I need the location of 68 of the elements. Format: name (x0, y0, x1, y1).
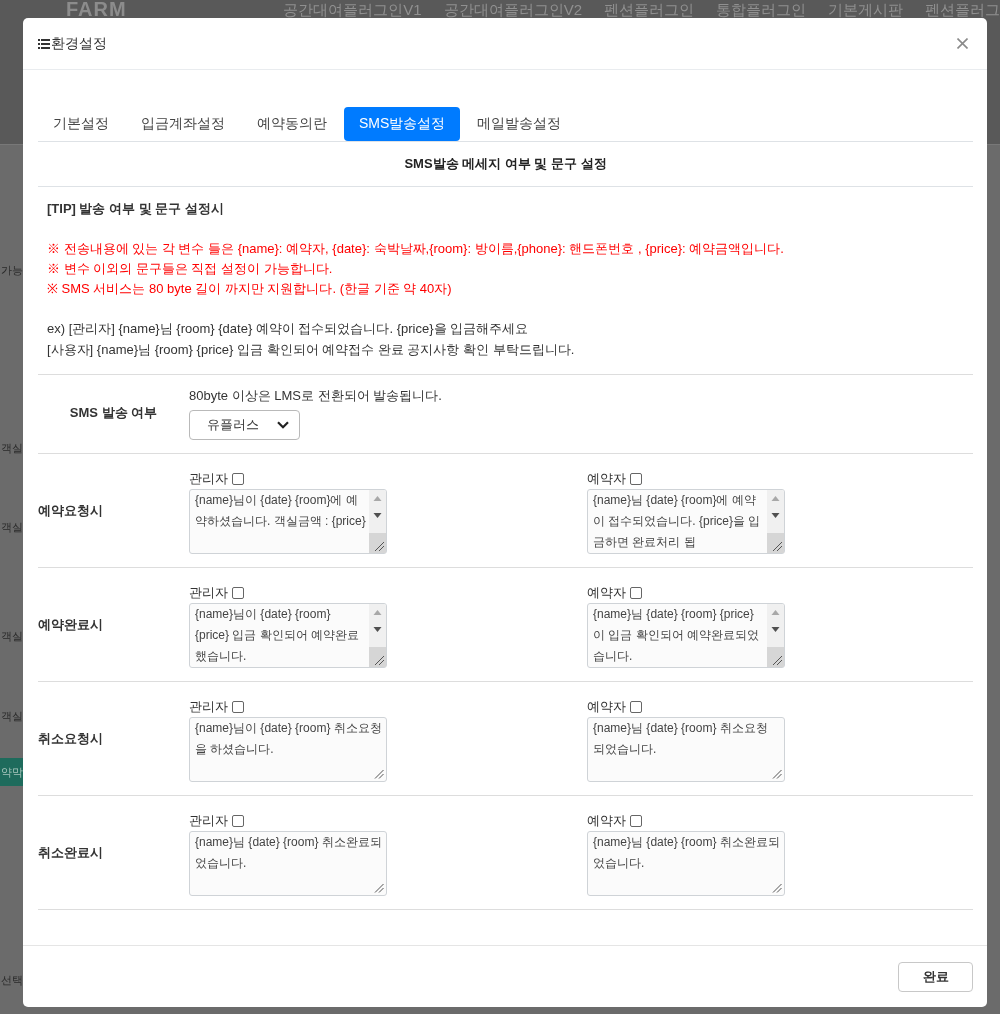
warning-note: ※ SMS 서비스는 80 byte 길이 까지만 지원합니다. (한글 기준 약 40자) (47, 280, 453, 298)
background-text: 가능 (1, 263, 23, 278)
checkbox-label: 관리자 (189, 697, 228, 716)
section-title: SMS발송 메세지 여부 및 문구 설정 (38, 142, 973, 187)
resize-grip-icon[interactable] (767, 533, 784, 553)
close-button[interactable] (955, 36, 970, 51)
message-textarea[interactable]: {name}님 {date} {room} {price}이 입금 확인되어 예약완료되었습니다. (587, 603, 785, 668)
tab[interactable]: 메일발송설정 (462, 107, 577, 141)
checkbox[interactable] (232, 586, 244, 599)
background-text: 선택 (1, 973, 23, 988)
tab[interactable]: SMS발송설정 (344, 107, 461, 141)
background-text: 객실 (1, 709, 23, 724)
checkbox[interactable] (630, 472, 642, 485)
message-textarea[interactable]: {name}님이 {date} {room}에 예약하셨습니다. 객실금액 : {price} (189, 489, 387, 554)
resize-grip-icon[interactable] (772, 883, 782, 893)
checkbox-label: 예약자 (587, 811, 626, 830)
example-text: ex) [관리자] {name}님 {room} {date} 예약이 접수되었습니다. {price}을 입금해주세요 (47, 320, 530, 338)
checkbox-label: 예약자 (587, 583, 626, 602)
resize-grip-icon[interactable] (369, 533, 386, 553)
row-label: 예약완료시 (38, 616, 104, 634)
scrollbar[interactable] (767, 604, 784, 667)
message-textarea[interactable]: {name}님 {date} {room} 취소요청 되었습니다. (587, 717, 785, 782)
checkbox[interactable] (232, 700, 244, 713)
message-textarea[interactable]: {name}님 {date} {room}에 예약이 접수되었습니다. {price}을 입금하면 완료처리 됩 (587, 489, 785, 554)
checkbox-label: 예약자 (587, 469, 626, 488)
resize-grip-icon[interactable] (374, 883, 384, 893)
checkbox[interactable] (630, 586, 642, 599)
row-label: 예약요청시 (38, 502, 104, 520)
tip-title: [TIP] 발송 여부 및 문구 설정시 (47, 200, 225, 218)
scrollbar[interactable] (369, 490, 386, 553)
tab[interactable]: 기본설정 (38, 107, 124, 141)
example-text: [사용자] {name}님 {room} {price} 입금 확인되어 예약접수 완료 공지사항 확인 부탁드립니다. (47, 341, 576, 359)
checkbox-label: 관리자 (189, 583, 228, 602)
background-text: 객실 (1, 441, 23, 456)
resize-grip-icon[interactable] (772, 769, 782, 779)
tab[interactable]: 입금계좌설정 (126, 107, 240, 141)
scrollbar[interactable] (767, 490, 784, 553)
message-textarea[interactable]: {name}님 {date} {room} 취소완료되었습니다. (587, 831, 785, 896)
resize-grip-icon[interactable] (369, 647, 386, 667)
checkbox[interactable] (232, 472, 244, 485)
message-textarea[interactable]: {name}님이 {date} {room} {price} 입금 확인되어 예약완료했습니다. (189, 603, 387, 668)
checkbox-label: 관리자 (189, 469, 228, 488)
message-textarea[interactable]: {name}님 {date} {room} 취소완료되었습니다. (189, 831, 387, 896)
tab[interactable]: 예약동의란 (242, 107, 342, 141)
row-label: 취소완료시 (38, 844, 104, 862)
scrollbar[interactable] (369, 604, 386, 667)
list-icon (38, 38, 50, 49)
dialog-title: 환경설정 (51, 34, 107, 53)
resize-grip-icon[interactable] (767, 647, 784, 667)
background-button[interactable]: 약막 (0, 758, 23, 786)
provider-select[interactable]: 유플러스 (189, 410, 300, 440)
resize-grip-icon[interactable] (374, 769, 384, 779)
background-text: 객실 (1, 520, 23, 535)
background-text: 객실 (1, 629, 23, 644)
warning-note: ※ 변수 이외의 문구들은 직접 설정이 가능합니다. (47, 260, 334, 278)
warning-note: ※ 전송내용에 있는 각 변수 들은 {name}: 예약자, {date}: 숙박날짜,{room}: 방이름,{phone}: 핸드폰번호 , {price}: 예약금액입니다. (47, 240, 785, 258)
checkbox[interactable] (630, 814, 642, 827)
checkbox[interactable] (630, 700, 642, 713)
close-icon (957, 38, 968, 49)
hint-text: 80byte 이상은 LMS로 전환되어 발송됩니다. (189, 387, 443, 405)
done-button[interactable]: 완료 (898, 962, 973, 992)
message-textarea[interactable]: {name}님이 {date} {room} 취소요청을 하셨습니다. (189, 717, 387, 782)
checkbox[interactable] (232, 814, 244, 827)
checkbox-label: 예약자 (587, 697, 626, 716)
row-label: 취소요청시 (38, 730, 104, 748)
checkbox-label: 관리자 (189, 811, 228, 830)
chevron-down-icon (277, 421, 289, 429)
row-label: SMS 발송 여부 (68, 404, 159, 422)
